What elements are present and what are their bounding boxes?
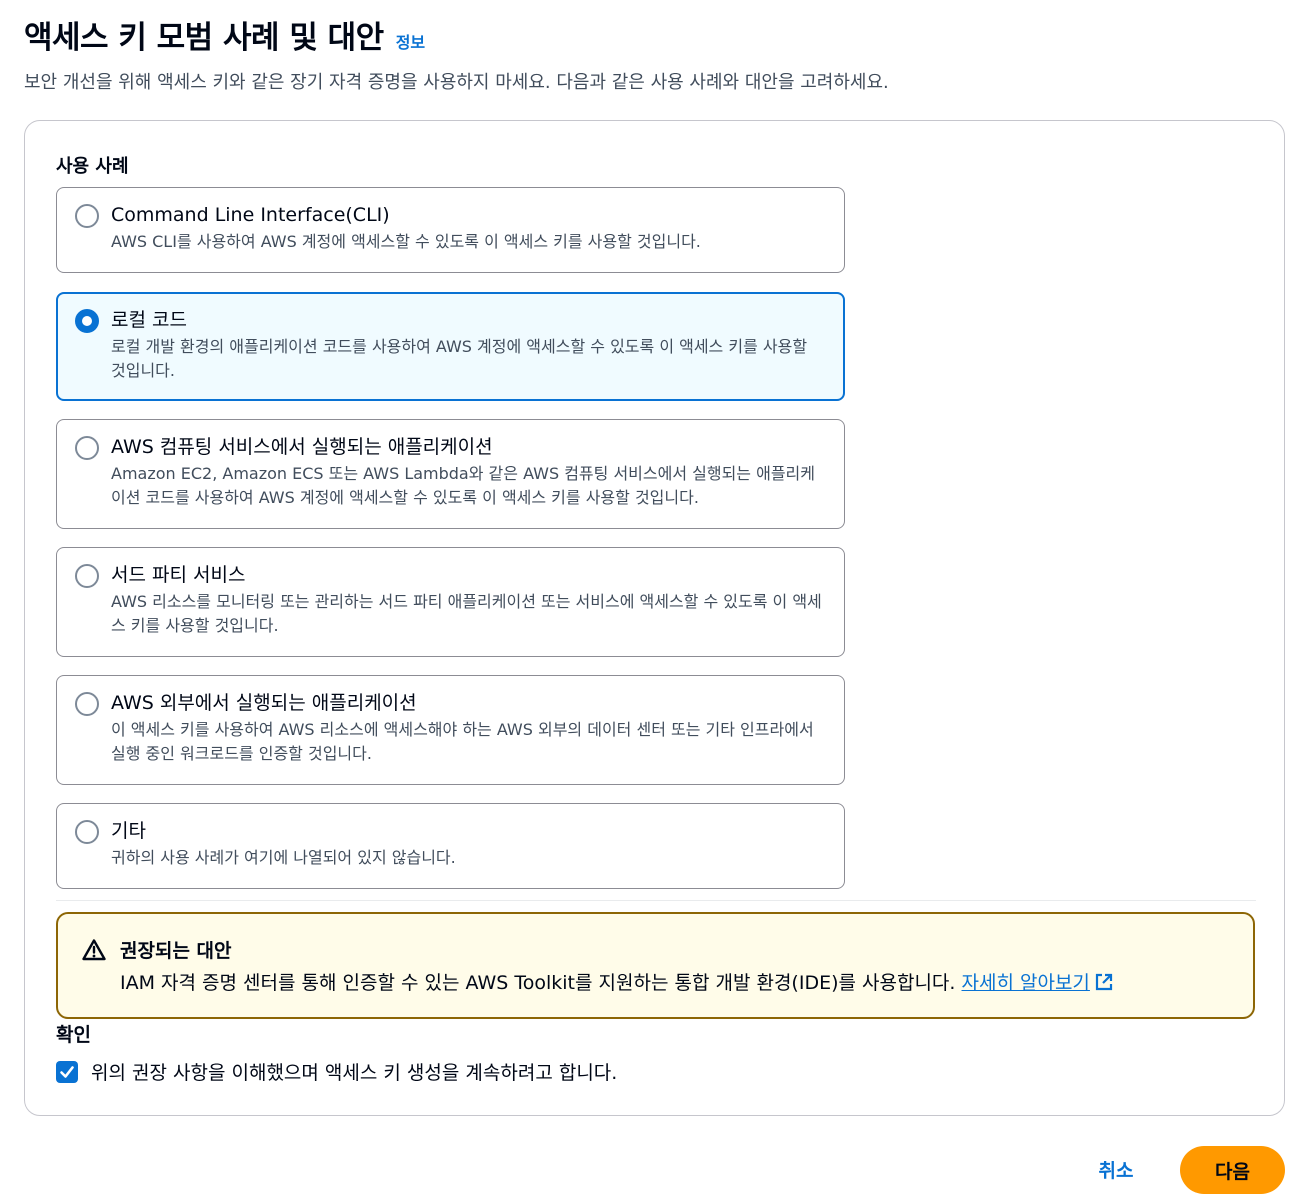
use-case-label: 사용 사례 [56,156,129,177]
confirmation-checkbox[interactable] [56,1060,78,1083]
learn-more-label: 자세히 알아보기 [961,972,1090,994]
alert-title: 권장되는 대안 [120,940,232,962]
use-case-tile-cli[interactable]: Command Line Interface(CLI) AWS CLI를 사용하… [56,187,845,273]
title-row: 액세스 키 모범 사례 및 대안 정보 [24,16,1284,60]
use-case-description: 이 액세스 키를 사용하여 AWS 리소스에 액세스해야 하는 AWS 외부의 … [111,720,814,763]
page-title: 액세스 키 모범 사례 및 대안 [24,20,384,56]
use-case-description: 로컬 개발 환경의 애플리케이션 코드를 사용하여 AWS 계정에 액세스할 수… [111,337,808,380]
confirmation-row: 위의 권장 사항을 이해했으며 액세스 키 생성을 계속하려고 합니다. [56,1058,617,1085]
use-case-description: Amazon EC2, Amazon ECS 또는 AWS Lambda와 같은… [111,464,815,507]
use-case-description: AWS 리소스를 모니터링 또는 관리하는 서드 파티 애플리케이션 또는 서비… [111,592,822,635]
warning-icon [82,939,106,961]
radio-outside-aws[interactable] [75,692,99,716]
use-case-title: 로컬 코드 [111,309,187,331]
use-case-title: 서드 파티 서비스 [111,564,246,586]
use-case-description: AWS CLI를 사용하여 AWS 계정에 액세스할 수 있도록 이 액세스 키… [111,232,701,251]
learn-more-link[interactable]: 자세히 알아보기 [962,972,1114,994]
use-case-title: 기타 [111,820,146,842]
radio-other[interactable] [75,820,99,844]
radio-local-code[interactable] [75,309,99,333]
use-case-title: Command Line Interface(CLI) [111,204,390,226]
use-case-tile-aws-compute[interactable]: AWS 컴퓨팅 서비스에서 실행되는 애플리케이션 Amazon EC2, Am… [56,419,845,529]
recommended-alternative-alert: 권장되는 대안 IAM 자격 증명 센터를 통해 인증할 수 있는 AWS To… [56,912,1255,1019]
confirmation-label: 확인 [56,1024,91,1046]
use-case-title: AWS 외부에서 실행되는 애플리케이션 [111,692,417,714]
external-link-icon [1095,973,1113,991]
use-case-tile-third-party[interactable]: 서드 파티 서비스 AWS 리소스를 모니터링 또는 관리하는 서드 파티 애플… [56,547,845,657]
page-header: 액세스 키 모범 사례 및 대안 정보 보안 개선을 위해 액세스 키와 같은 … [24,16,1284,96]
use-case-tile-other[interactable]: 기타 귀하의 사용 사례가 여기에 나열되어 있지 않습니다. [56,803,845,889]
radio-aws-compute[interactable] [75,436,99,460]
cancel-button[interactable]: 취소 [1082,1148,1150,1190]
alert-body: IAM 자격 증명 센터를 통해 인증할 수 있는 AWS Toolkit를 지… [120,968,1114,995]
alert-text: IAM 자격 증명 센터를 통해 인증할 수 있는 AWS Toolkit를 지… [120,972,956,994]
info-link[interactable]: 정보 [396,29,425,53]
radio-third-party[interactable] [75,564,99,588]
divider [56,900,1256,901]
use-case-container: 사용 사례 Command Line Interface(CLI) AWS CL… [24,120,1285,1116]
use-case-description: 귀하의 사용 사례가 여기에 나열되어 있지 않습니다. [111,848,456,867]
next-button[interactable]: 다음 [1180,1146,1285,1194]
use-case-tile-local-code[interactable]: 로컬 코드 로컬 개발 환경의 애플리케이션 코드를 사용하여 AWS 계정에 … [56,292,845,401]
checkmark-icon [60,1065,74,1078]
use-case-tile-outside-aws[interactable]: AWS 외부에서 실행되는 애플리케이션 이 액세스 키를 사용하여 AWS 리… [56,675,845,785]
use-case-title: AWS 컴퓨팅 서비스에서 실행되는 애플리케이션 [111,436,493,458]
page-description: 보안 개선을 위해 액세스 키와 같은 장기 자격 증명을 사용하지 마세요. … [24,72,889,93]
confirmation-checkbox-label[interactable]: 위의 권장 사항을 이해했으며 액세스 키 생성을 계속하려고 합니다. [91,1058,617,1085]
radio-cli[interactable] [75,204,99,228]
